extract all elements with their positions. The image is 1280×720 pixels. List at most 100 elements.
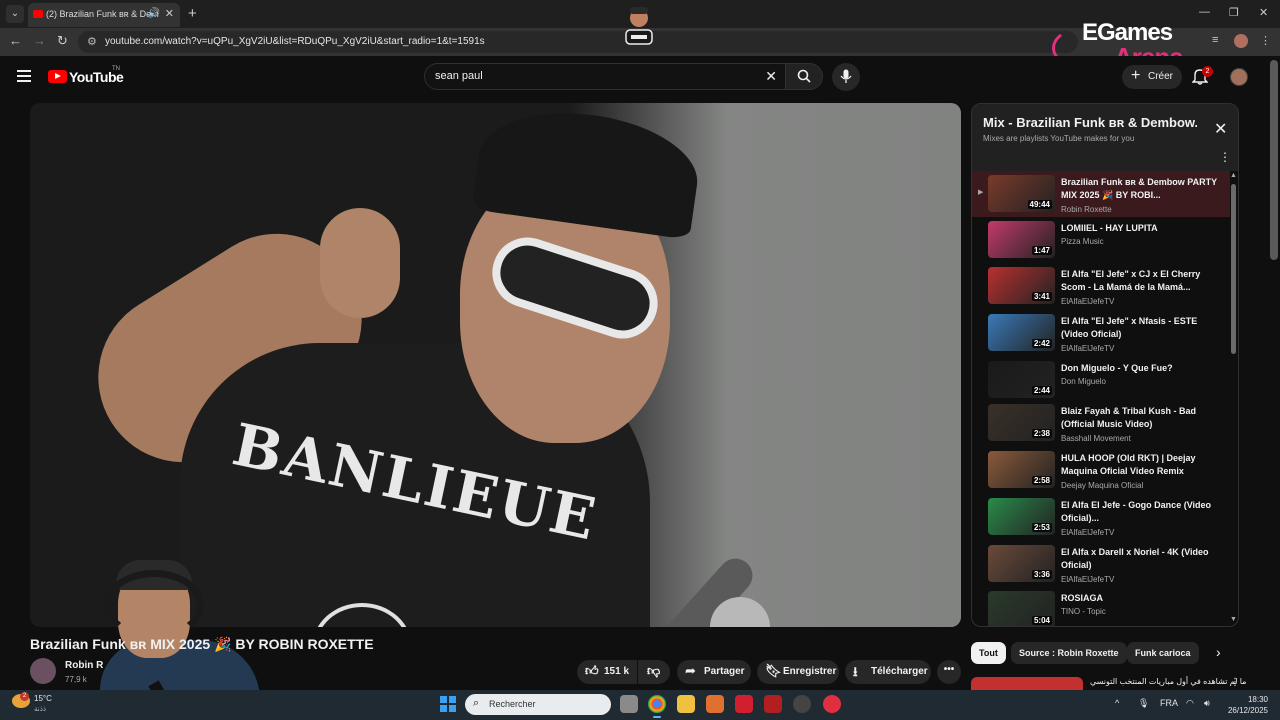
chip-source[interactable]: Source : Robin Roxette	[1011, 642, 1127, 664]
playlist-item[interactable]: 2:53 El Alfa El Jefe - Gogo Dance (Video …	[972, 494, 1230, 540]
playlist-item[interactable]: 5:04 ROSIAGA TINO - Topic	[972, 587, 1230, 626]
microphone-icon	[840, 69, 852, 83]
scroll-down-arrow-icon[interactable]: ▼	[1230, 616, 1237, 623]
address-bar[interactable]: ⚙ youtube.com/watch?v=uQPu_XgV2iU&list=R…	[78, 31, 1078, 53]
playlist-scrollbar[interactable]	[1231, 184, 1236, 354]
vlc-icon[interactable]	[706, 695, 724, 713]
audio-playing-icon[interactable]: 🔊	[148, 8, 160, 19]
recommendation-menu-icon[interactable]: ⋮	[1230, 677, 1240, 688]
youtube-favicon	[33, 10, 43, 18]
back-arrow-icon[interactable]: ←	[9, 33, 22, 48]
opera-gx-icon[interactable]	[823, 695, 841, 713]
channel-avatar[interactable]	[30, 658, 56, 684]
playlist-item[interactable]: 2:42 El Alfa "El Jefe" x Nfasis - ESTE (V…	[972, 310, 1230, 356]
playlist-item-title[interactable]: Brazilian Funk ʙʀ & Dembow PARTY MIX 202…	[1061, 176, 1221, 202]
restore-icon[interactable]: ❐	[1229, 6, 1239, 19]
like-button[interactable]: 👍︎ 151 k	[577, 660, 637, 684]
playlist-item-thumbnail[interactable]: 49:44	[988, 175, 1055, 212]
menu-icon[interactable]	[17, 70, 31, 82]
browser-tab[interactable]: (2) Brazilian Funk ʙʀ & Dem 🔊 ✕	[28, 3, 180, 27]
obs-icon[interactable]	[793, 695, 811, 713]
tray-mic-icon[interactable]: 🎙︎	[1138, 698, 1149, 709]
playlist-title[interactable]: Mix - Brazilian Funk ʙʀ & Dembow...	[983, 115, 1197, 130]
forward-arrow-icon[interactable]: →	[33, 33, 46, 48]
close-playlist-icon[interactable]: ✕	[1214, 119, 1227, 139]
playlist-item-thumbnail[interactable]: 2:58	[988, 451, 1055, 488]
tab-search-button[interactable]: ⌄	[6, 5, 24, 23]
window-close-icon[interactable]: ✕	[1259, 6, 1268, 19]
recommendation-title[interactable]: ما لم تشاهده في أول مباريات المنتخب التو…	[1090, 677, 1246, 686]
playlist-item-thumbnail[interactable]: 2:42	[988, 314, 1055, 351]
taskbar-search[interactable]: ⌕ Rechercher	[465, 694, 611, 715]
browser-profile-avatar[interactable]	[1234, 34, 1248, 48]
duration-badge: 2:44	[1031, 386, 1052, 395]
playlist-item-thumbnail[interactable]: 3:36	[988, 545, 1055, 582]
channel-name[interactable]: Robin R	[65, 660, 103, 671]
windows-start-icon[interactable]	[440, 696, 456, 712]
search-input[interactable]: sean paul ✕	[424, 63, 786, 90]
browser-menu-icon[interactable]: ⋮	[1260, 34, 1271, 47]
close-tab-icon[interactable]: ✕	[165, 7, 174, 20]
playlist-item[interactable]: 2:58 HULA HOOP (Old RKT) | Deejay Maquina…	[972, 447, 1230, 493]
create-button[interactable]: + Créer	[1122, 65, 1182, 89]
playlist-item-thumbnail[interactable]: 2:38	[988, 404, 1055, 441]
page-scrollbar[interactable]	[1270, 60, 1278, 260]
volume-icon[interactable]: 🔊︎	[1204, 698, 1210, 709]
playlist-item-thumbnail[interactable]: 2:44	[988, 361, 1055, 398]
clear-search-icon[interactable]: ✕	[765, 68, 777, 85]
task-view-icon[interactable]	[620, 695, 638, 713]
more-actions-button[interactable]: •••	[937, 660, 961, 684]
playlist-item-title[interactable]: Blaiz Fayah & Tribal Kush - Bad (Officia…	[1061, 405, 1221, 431]
chevron-right-icon[interactable]: ›	[1216, 644, 1221, 660]
download-button[interactable]: ⭳ Télécharger	[845, 660, 931, 684]
reload-icon[interactable]: ↻	[57, 33, 68, 49]
playlist-item-title[interactable]: El Alfa x Darell x Noriel - 4K (Video Of…	[1061, 546, 1221, 572]
app-icon-red[interactable]	[735, 695, 753, 713]
thumbs-up-icon: 👍︎	[585, 663, 599, 678]
system-clock[interactable]: 18:30 26/12/2025	[1226, 694, 1268, 716]
account-avatar[interactable]	[1230, 68, 1248, 86]
playlist-item-title[interactable]: El Alfa "El Jefe" x CJ x El Cherry Scom …	[1061, 268, 1221, 294]
recommendation-thumbnail[interactable]	[971, 677, 1083, 691]
chip-all[interactable]: Tout	[971, 642, 1006, 664]
playlist-extension-icon[interactable]: ≡	[1212, 34, 1218, 46]
tab-title: (2) Brazilian Funk ʙʀ & Dem	[46, 9, 159, 19]
playlist-item[interactable]: 1:47 LOMIIEL - HAY LUPITA Pizza Music	[972, 217, 1230, 263]
video-player[interactable]: BANLIEUE	[30, 103, 961, 627]
playlist-item-thumbnail[interactable]: 1:47	[988, 221, 1055, 258]
playlist-item-thumbnail[interactable]: 3:41	[988, 267, 1055, 304]
playlist-item-title[interactable]: Don Miguelo - Y Que Fue?	[1061, 362, 1221, 375]
playlist-item[interactable]: 3:36 El Alfa x Darell x Noriel - 4K (Vide…	[972, 541, 1230, 587]
duration-badge: 3:36	[1031, 570, 1052, 579]
playlist-item-title[interactable]: El Alfa "El Jefe" x Nfasis - ESTE (Video…	[1061, 315, 1221, 341]
search-icon: ⌕	[473, 697, 480, 709]
site-info-icon[interactable]: ⚙	[87, 35, 97, 48]
dislike-button[interactable]: 👎︎	[638, 660, 670, 684]
playlist-item-thumbnail[interactable]: 2:53	[988, 498, 1055, 535]
weather-condition: ذذنة	[34, 706, 46, 713]
voice-search-button[interactable]	[832, 63, 860, 91]
playlist-item-thumbnail[interactable]: 5:04	[988, 591, 1055, 626]
playlist-menu-icon[interactable]: ⋮	[1219, 150, 1231, 164]
keyboard-language[interactable]: FRA	[1160, 698, 1178, 708]
playlist-item[interactable]: 2:44 Don Miguelo - Y Que Fue? Don Miguelo	[972, 357, 1230, 403]
scroll-up-arrow-icon[interactable]: ▲	[1230, 172, 1237, 179]
new-tab-button[interactable]: +	[188, 5, 197, 22]
minimize-icon[interactable]: —	[1199, 6, 1210, 18]
playlist-item-title[interactable]: El Alfa El Jefe - Gogo Dance (Video Ofic…	[1061, 499, 1221, 525]
playlist-item-title[interactable]: HULA HOOP (Old RKT) | Deejay Maquina Ofi…	[1061, 452, 1221, 478]
app-icon-stream[interactable]	[764, 695, 782, 713]
chip-funk-carioca[interactable]: Funk carioca	[1127, 642, 1199, 664]
chrome-icon[interactable]	[648, 695, 666, 718]
share-button[interactable]: ➦ Partager	[677, 660, 751, 684]
tray-expand-icon[interactable]: ^	[1115, 698, 1119, 708]
save-button[interactable]: 🔖︎ Enregistrer	[757, 660, 839, 684]
playlist-item-title[interactable]: ROSIAGA	[1061, 592, 1221, 605]
file-explorer-icon[interactable]	[677, 695, 695, 713]
playlist-item-title[interactable]: LOMIIEL - HAY LUPITA	[1061, 222, 1221, 235]
playlist-item[interactable]: 3:41 El Alfa "El Jefe" x CJ x El Cherry S…	[972, 263, 1230, 309]
wifi-icon[interactable]: ◠	[1186, 698, 1194, 709]
playlist-item[interactable]: ▶ 49:44 Brazilian Funk ʙʀ & Dembow PARTY M…	[972, 171, 1230, 217]
search-button[interactable]	[785, 63, 823, 90]
playlist-item[interactable]: 2:38 Blaiz Fayah & Tribal Kush - Bad (Off…	[972, 400, 1230, 446]
